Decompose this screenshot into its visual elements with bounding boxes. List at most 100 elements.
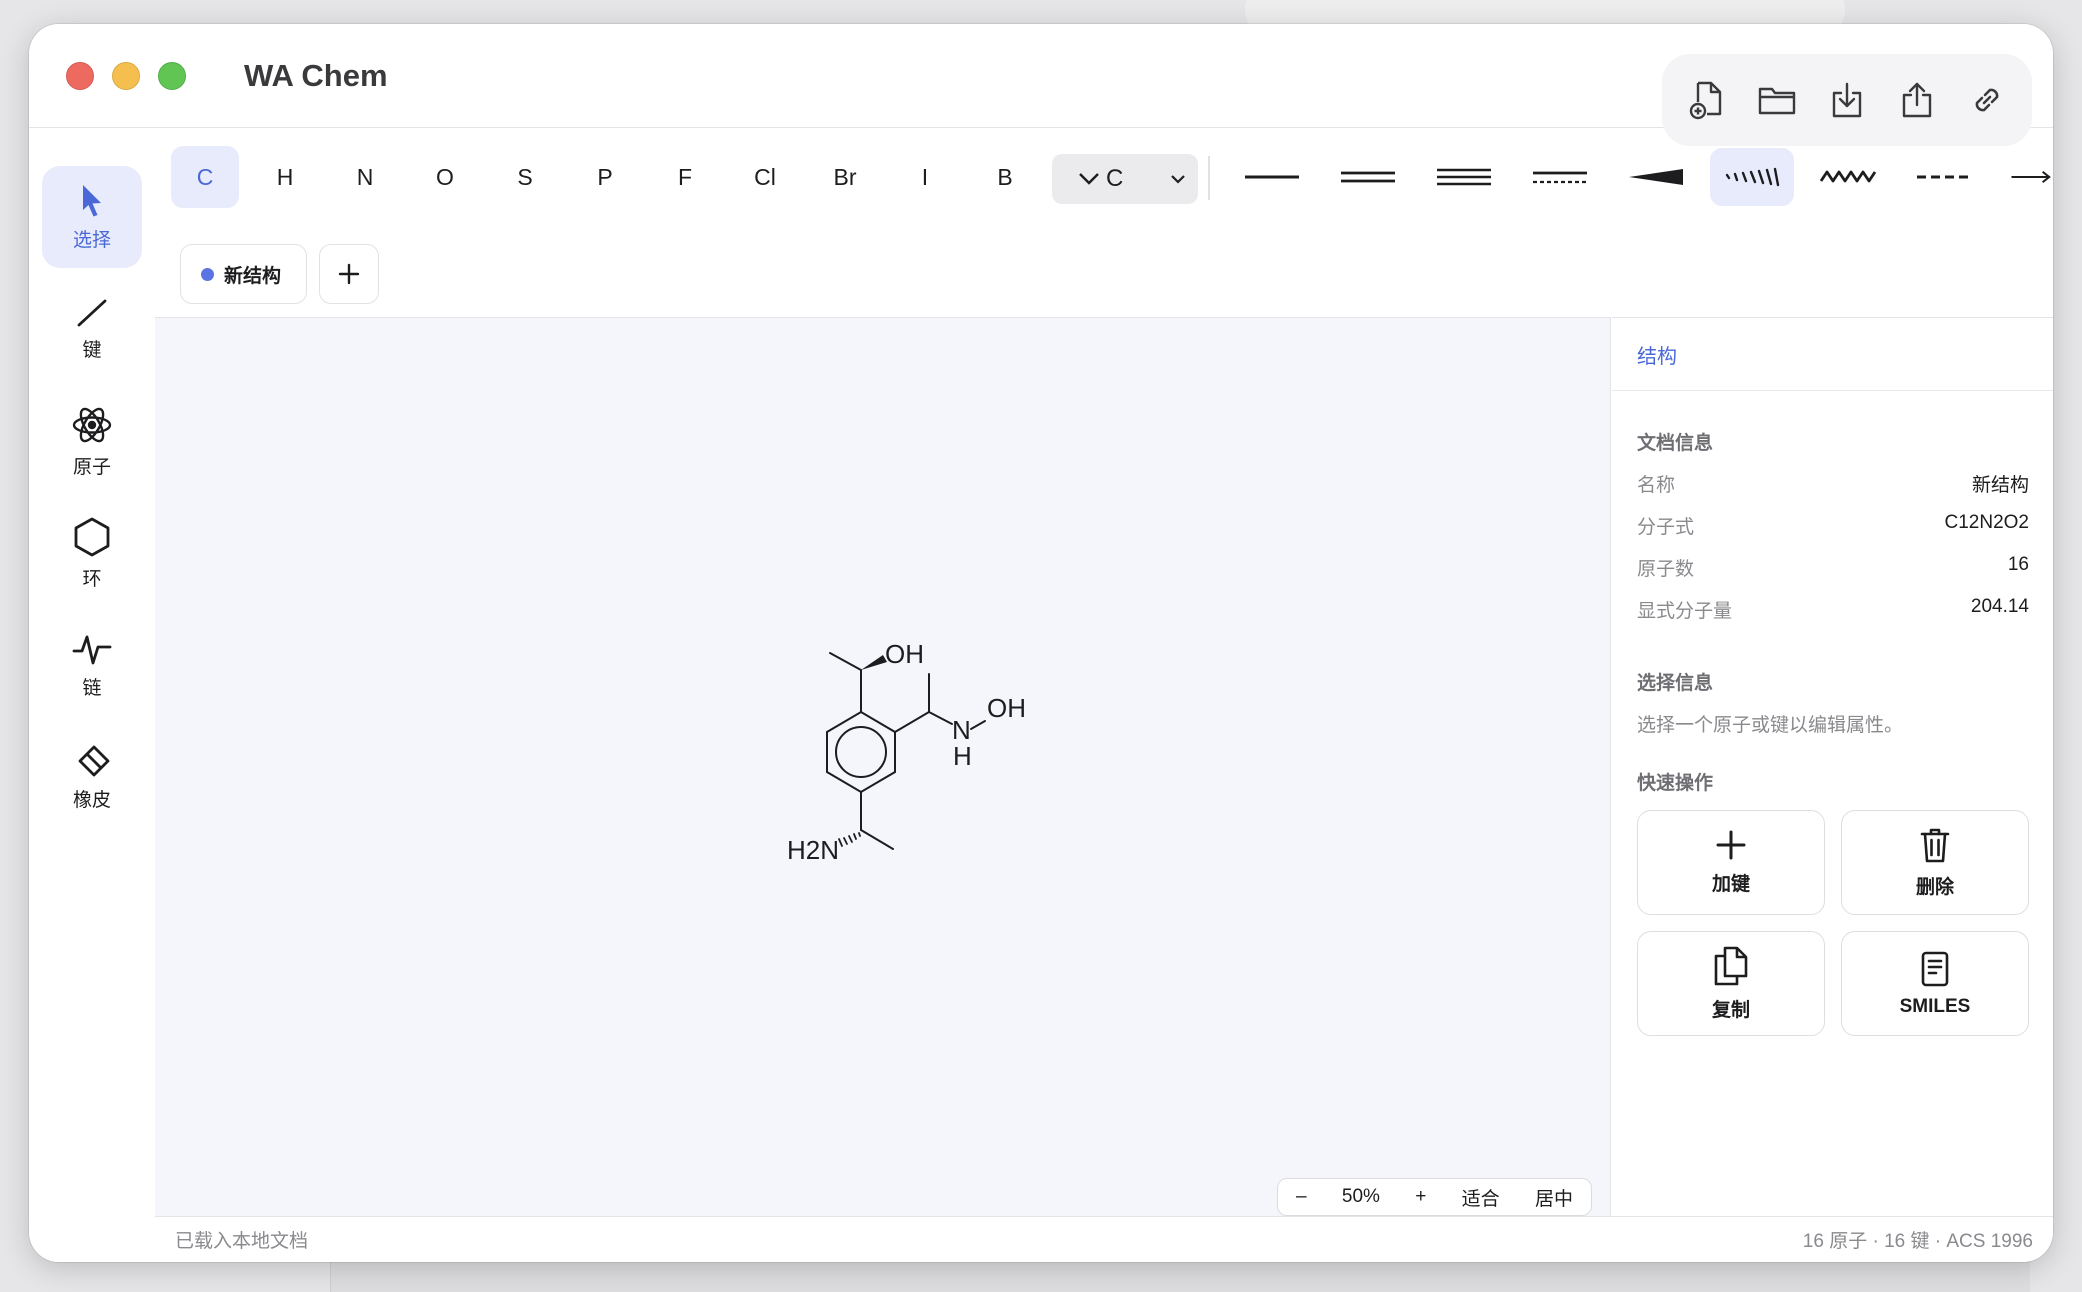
element-C[interactable]: C xyxy=(171,146,239,208)
molecule-structure[interactable]: OH OH N H H2N xyxy=(155,318,1611,1148)
info-row-weight: 显式分子量 204.14 xyxy=(1637,596,2029,623)
selection-hint: 选择一个原子或键以编辑属性。 xyxy=(1637,715,1904,736)
element-O[interactable]: O xyxy=(411,146,479,208)
bond-single-button[interactable] xyxy=(1230,148,1314,206)
tool-bond[interactable]: 键 xyxy=(42,278,142,380)
bond-arrow-button[interactable] xyxy=(1998,148,2053,206)
add-bond-button[interactable]: 加键 xyxy=(1637,810,1825,915)
bond-hash-button[interactable] xyxy=(1710,148,1794,206)
hexagon-icon xyxy=(74,517,110,556)
tab-new-structure[interactable]: 新结构 xyxy=(180,244,307,304)
element-S[interactable]: S xyxy=(491,146,559,208)
new-document-button[interactable] xyxy=(1681,74,1733,126)
info-value: 16 xyxy=(2007,554,2029,575)
add-tab-button[interactable] xyxy=(319,244,379,304)
inspector-divider xyxy=(1612,390,2053,391)
zoom-out-button[interactable]: – xyxy=(1296,1186,1307,1208)
element-O-label: O xyxy=(436,163,454,190)
element-F-label: F xyxy=(677,163,693,190)
arrow-bond-icon xyxy=(2011,171,2051,183)
atom-icon xyxy=(72,407,112,442)
share-button[interactable] xyxy=(1891,74,1943,126)
bond-triple-button[interactable] xyxy=(1422,148,1506,206)
download-button[interactable] xyxy=(1821,74,1873,126)
bond-dashed-button[interactable] xyxy=(1902,148,1986,206)
atom-label-oh-top: OH xyxy=(885,639,924,669)
bond-wavy-button[interactable] xyxy=(1806,148,1890,206)
bond-wedge-button[interactable] xyxy=(1614,148,1698,206)
app-title: WA Chem xyxy=(244,58,388,93)
zoom-window-button[interactable] xyxy=(158,62,186,90)
close-window-button[interactable] xyxy=(66,62,94,90)
add-bond-label: 加键 xyxy=(1711,874,1750,895)
bond-line-icon xyxy=(77,299,107,326)
copy-label: 复制 xyxy=(1711,1000,1750,1021)
tool-atom[interactable]: 原子 xyxy=(42,390,142,492)
zoom-controls: – 50% + 适合 居中 xyxy=(1277,1178,1592,1216)
tool-ring[interactable]: 环 xyxy=(42,502,142,604)
double-bond-icon xyxy=(1341,171,1395,183)
bond-aromatic-button[interactable] xyxy=(1518,148,1602,206)
element-N[interactable]: N xyxy=(331,146,399,208)
delete-button[interactable]: 删除 xyxy=(1841,810,2029,915)
element-F[interactable]: F xyxy=(651,146,719,208)
tab-label: 新结构 xyxy=(224,265,282,287)
element-Br-label: Br xyxy=(833,163,857,190)
info-key: 显式分子量 xyxy=(1637,601,1733,622)
open-folder-button[interactable] xyxy=(1751,74,1803,126)
element-dropdown[interactable]: C xyxy=(1052,154,1198,204)
tool-chain[interactable]: 链 xyxy=(42,614,142,716)
element-B-label: B xyxy=(997,163,1013,190)
zoom-in-button[interactable]: + xyxy=(1415,1186,1426,1208)
bond-methyl-top xyxy=(829,652,862,671)
zoom-fit-button[interactable]: 适合 xyxy=(1462,1184,1500,1211)
element-N-label: N xyxy=(356,163,374,190)
info-key: 分子式 xyxy=(1637,517,1695,538)
copy-link-button[interactable] xyxy=(1961,74,2013,126)
element-P[interactable]: P xyxy=(571,146,639,208)
chevron-down-small-icon xyxy=(1171,175,1185,184)
share-icon xyxy=(1902,82,1932,118)
download-icon xyxy=(1832,82,1862,118)
wedge-bond-icon xyxy=(1629,169,1683,185)
drawing-canvas[interactable]: OH OH N H H2N – 50% + 适合 居中 xyxy=(155,317,1611,1216)
smiles-button[interactable]: SMILES xyxy=(1841,931,2029,1036)
hash-bond-icon xyxy=(1725,167,1780,187)
element-I[interactable]: I xyxy=(891,146,959,208)
bond-double-button[interactable] xyxy=(1326,148,1410,206)
tool-eraser[interactable]: 橡皮 xyxy=(42,726,142,828)
element-Cl[interactable]: Cl xyxy=(731,146,799,208)
delete-label: 删除 xyxy=(1915,877,1954,898)
status-right: 16 原子 · 16 键 · ACS 1996 xyxy=(1802,1231,2033,1252)
zoom-center-button[interactable]: 居中 xyxy=(1535,1184,1573,1211)
trash-icon xyxy=(1920,828,1950,863)
benzene-ring xyxy=(826,710,896,794)
tool-chain-label: 链 xyxy=(82,677,102,699)
bond-ring-right xyxy=(894,711,930,733)
molecule-labels: OH OH N H H2N xyxy=(787,639,1026,865)
tool-select[interactable]: 选择 xyxy=(42,166,142,268)
section-doc-info: 文档信息 xyxy=(1637,433,1714,454)
section-quick-actions: 快速操作 xyxy=(1637,773,1714,794)
element-B[interactable]: B xyxy=(971,146,1039,208)
triple-bond-icon xyxy=(1437,168,1491,186)
document-icon xyxy=(1921,951,1949,986)
element-I-label: I xyxy=(921,163,929,190)
zoom-level: 50% xyxy=(1341,1186,1380,1207)
element-dropdown-value-wrap: C xyxy=(1078,165,1123,193)
bond-c-n xyxy=(928,711,953,725)
tool-select-label: 选择 xyxy=(72,229,111,251)
info-key: 原子数 xyxy=(1637,559,1695,580)
element-Br[interactable]: Br xyxy=(811,146,879,208)
wavy-bond-icon xyxy=(1819,170,1877,183)
copy-button[interactable]: 复制 xyxy=(1637,931,1825,1036)
tab-structure[interactable]: 结构 xyxy=(1637,340,1677,369)
info-key: 名称 xyxy=(1637,475,1676,496)
copy-icon xyxy=(1714,946,1748,986)
minimize-window-button[interactable] xyxy=(112,62,140,90)
aromatic-bond-icon xyxy=(1533,171,1587,184)
hash-bond-nh2 xyxy=(838,832,861,847)
tool-bond-label: 键 xyxy=(82,339,102,361)
tool-rail: 选择 键 原子 环 链 橡皮 xyxy=(29,128,155,1262)
element-H[interactable]: H xyxy=(251,146,319,208)
